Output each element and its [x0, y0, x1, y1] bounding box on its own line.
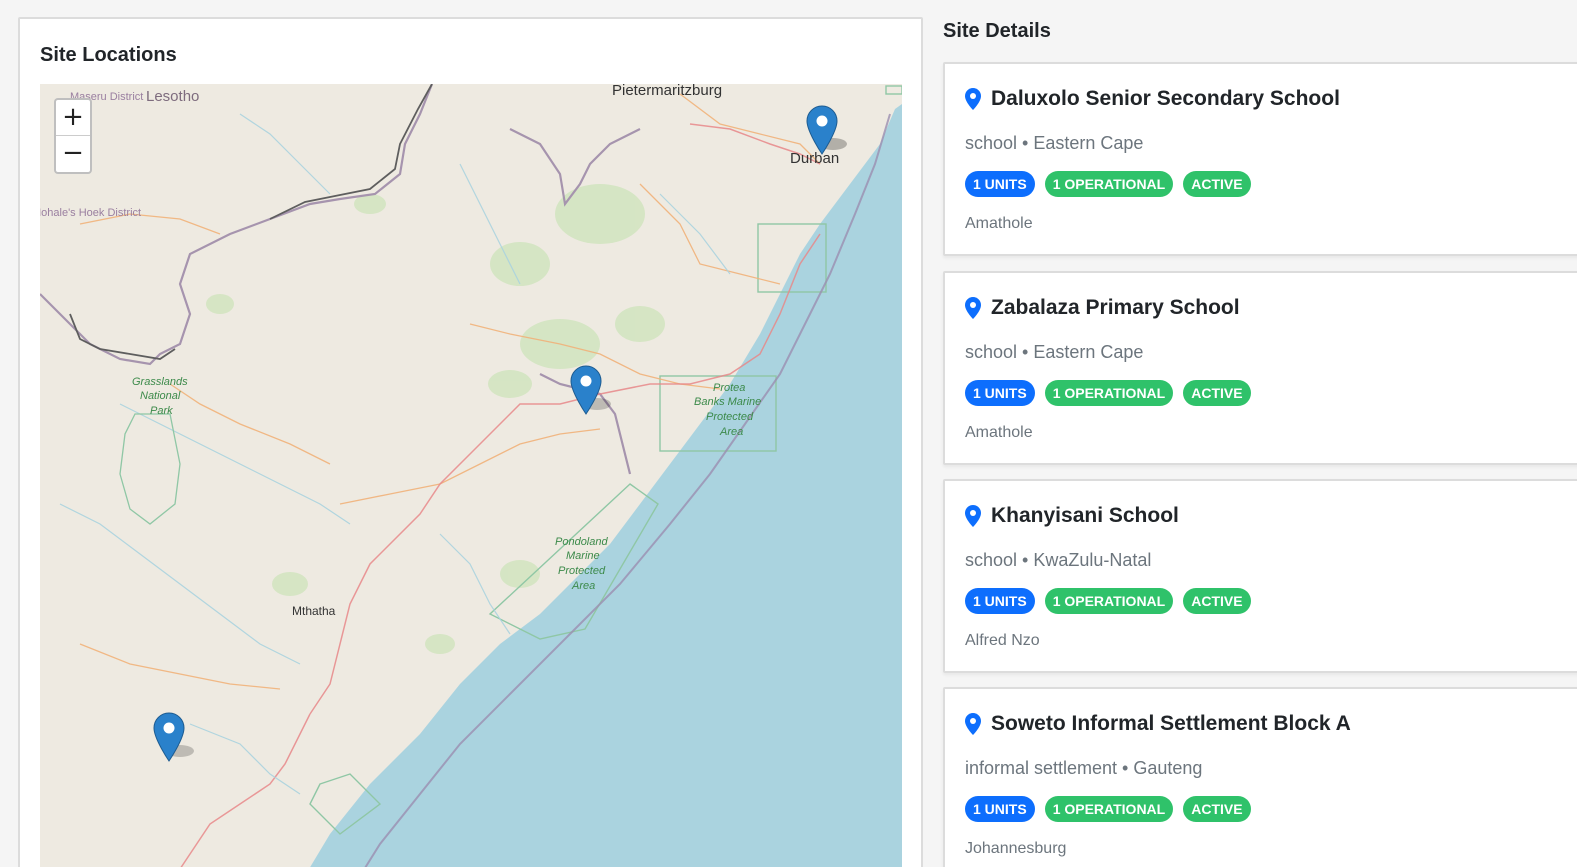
map-label-grasslands-1: Grasslands	[132, 376, 188, 388]
site-type-province: informal settlement • Gauteng	[965, 758, 1203, 778]
map-label-protea-3: Protected	[706, 411, 754, 423]
operational-badge: 1 OPERATIONAL	[1044, 171, 1174, 197]
site-type-province: school • KwaZulu-Natal	[965, 550, 1152, 570]
status-badge: ACTIVE	[1183, 588, 1251, 614]
map-label-lesotho: Lesotho	[146, 88, 199, 105]
site-district: Johannesburg	[965, 840, 1067, 857]
map-label-mthatha: Mthatha	[292, 604, 336, 618]
site-name: Soweto Informal Settlement Block A	[991, 712, 1351, 735]
site-card-header: Soweto Informal Settlement Block A	[965, 712, 1351, 736]
operational-badge: 1 OPERATIONAL	[1044, 588, 1174, 614]
site-card[interactable]: Soweto Informal Settlement Block A infor…	[943, 687, 1577, 867]
map-label-protea-2: Banks Marine	[694, 396, 761, 408]
operational-badge: 1 OPERATIONAL	[1044, 380, 1174, 406]
status-badge: ACTIVE	[1183, 380, 1251, 406]
site-card-header: Zabalaza Primary School	[965, 296, 1240, 320]
site-name: Zabalaza Primary School	[991, 296, 1240, 319]
map-label-protea-4: Area	[719, 426, 743, 438]
map-pin-icon	[965, 505, 981, 527]
zoom-out-button[interactable]: −	[56, 136, 90, 172]
map-label-protea-1: Protea	[713, 382, 745, 394]
map-tiles: Lesotho Maseru District Mohale's Hoek Di…	[40, 84, 902, 867]
map-label-grasslands-3: Park	[150, 405, 173, 417]
map-pin-icon	[965, 713, 981, 735]
site-card[interactable]: Khanyisani School school • KwaZulu-Natal…	[943, 479, 1577, 673]
site-type-province: school • Eastern Cape	[965, 133, 1144, 153]
site-badges: 1 UNITS 1 OPERATIONAL ACTIVE	[965, 588, 1251, 614]
map-label-pondoland-1: Pondoland	[555, 536, 608, 548]
map-view[interactable]: Lesotho Maseru District Mohale's Hoek Di…	[40, 84, 902, 867]
site-card[interactable]: Zabalaza Primary School school • Eastern…	[943, 271, 1577, 465]
map-label-grasslands-2: National	[140, 390, 181, 402]
site-name: Daluxolo Senior Secondary School	[991, 87, 1340, 110]
units-badge: 1 UNITS	[965, 380, 1035, 406]
site-badges: 1 UNITS 1 OPERATIONAL ACTIVE	[965, 796, 1251, 822]
site-type-province: school • Eastern Cape	[965, 342, 1144, 362]
site-district: Amathole	[965, 424, 1033, 441]
details-panel-title: Site Details	[943, 20, 1051, 42]
site-badges: 1 UNITS 1 OPERATIONAL ACTIVE	[965, 171, 1251, 197]
site-district: Alfred Nzo	[965, 632, 1040, 649]
map-label-pondoland-2: Marine	[566, 550, 600, 562]
site-name: Khanyisani School	[991, 504, 1179, 527]
zoom-control: + −	[54, 98, 92, 174]
zoom-in-button[interactable]: +	[56, 100, 90, 136]
map-label-durban: Durban	[790, 150, 839, 167]
units-badge: 1 UNITS	[965, 588, 1035, 614]
status-badge: ACTIVE	[1183, 796, 1251, 822]
map-panel-title: Site Locations	[40, 44, 177, 66]
units-badge: 1 UNITS	[965, 171, 1035, 197]
map-pin-icon	[965, 88, 981, 110]
map-label-pondoland-4: Area	[571, 580, 595, 592]
site-card[interactable]: Daluxolo Senior Secondary School school …	[943, 62, 1577, 256]
map-label-mohales: Mohale's Hoek District	[40, 207, 141, 219]
operational-badge: 1 OPERATIONAL	[1044, 796, 1174, 822]
map-pin-icon	[965, 297, 981, 319]
site-card-header: Khanyisani School	[965, 504, 1179, 528]
site-badges: 1 UNITS 1 OPERATIONAL ACTIVE	[965, 380, 1251, 406]
units-badge: 1 UNITS	[965, 796, 1035, 822]
map-panel: Site Locations Lesotho Maseru District M…	[18, 17, 923, 867]
site-district: Amathole	[965, 215, 1033, 232]
map-label-pondoland-3: Protected	[558, 565, 606, 577]
map-label-pietermaritzburg: Pietermaritzburg	[612, 84, 722, 99]
site-card-header: Daluxolo Senior Secondary School	[965, 87, 1340, 111]
status-badge: ACTIVE	[1183, 171, 1251, 197]
